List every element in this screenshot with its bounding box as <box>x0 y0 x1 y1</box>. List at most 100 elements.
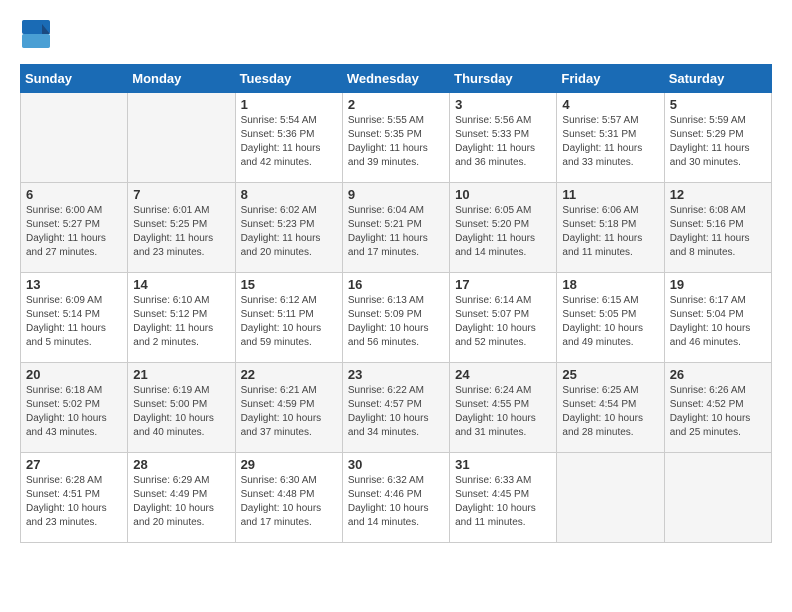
calendar-cell: 30 Sunrise: 6:32 AM Sunset: 4:46 PM Dayli… <box>342 453 449 543</box>
day-info: Sunrise: 6:21 AM Sunset: 4:59 PM Dayligh… <box>241 384 337 440</box>
calendar-table: SundayMondayTuesdayWednesdayThursdayFrid… <box>20 64 772 543</box>
calendar-cell: 19 Sunrise: 6:17 AM Sunset: 5:04 PM Dayli… <box>664 273 771 363</box>
day-info: Sunrise: 5:57 AM Sunset: 5:31 PM Dayligh… <box>562 114 658 170</box>
column-header-wednesday: Wednesday <box>342 65 449 93</box>
day-info: Sunrise: 6:02 AM Sunset: 5:23 PM Dayligh… <box>241 204 337 260</box>
day-number: 26 <box>670 367 766 382</box>
calendar-cell: 17 Sunrise: 6:14 AM Sunset: 5:07 PM Dayli… <box>450 273 557 363</box>
column-header-tuesday: Tuesday <box>235 65 342 93</box>
day-info: Sunrise: 6:30 AM Sunset: 4:48 PM Dayligh… <box>241 474 337 530</box>
calendar-week-row: 27 Sunrise: 6:28 AM Sunset: 4:51 PM Dayli… <box>21 453 772 543</box>
calendar-cell <box>128 93 235 183</box>
day-info: Sunrise: 6:00 AM Sunset: 5:27 PM Dayligh… <box>26 204 122 260</box>
calendar-cell: 28 Sunrise: 6:29 AM Sunset: 4:49 PM Dayli… <box>128 453 235 543</box>
day-number: 20 <box>26 367 122 382</box>
day-number: 4 <box>562 97 658 112</box>
calendar-cell: 3Sunrise: 5:56 AM Sunset: 5:33 PM Daylig… <box>450 93 557 183</box>
calendar-cell: 8 Sunrise: 6:02 AM Sunset: 5:23 PM Daylig… <box>235 183 342 273</box>
day-info: Sunrise: 5:54 AM Sunset: 5:36 PM Dayligh… <box>241 114 337 170</box>
calendar-cell: 10 Sunrise: 6:05 AM Sunset: 5:20 PM Dayli… <box>450 183 557 273</box>
calendar-cell: 4 Sunrise: 5:57 AM Sunset: 5:31 PM Daylig… <box>557 93 664 183</box>
day-number: 28 <box>133 457 229 472</box>
column-header-sunday: Sunday <box>21 65 128 93</box>
day-info: Sunrise: 6:13 AM Sunset: 5:09 PM Dayligh… <box>348 294 444 350</box>
logo-icon <box>22 20 50 48</box>
calendar-cell: 21 Sunrise: 6:19 AM Sunset: 5:00 PM Dayli… <box>128 363 235 453</box>
day-info: Sunrise: 6:19 AM Sunset: 5:00 PM Dayligh… <box>133 384 229 440</box>
day-number: 24 <box>455 367 551 382</box>
day-info: Sunrise: 6:08 AM Sunset: 5:16 PM Dayligh… <box>670 204 766 260</box>
day-number: 14 <box>133 277 229 292</box>
day-info: Sunrise: 6:24 AM Sunset: 4:55 PM Dayligh… <box>455 384 551 440</box>
day-info: Sunrise: 6:06 AM Sunset: 5:18 PM Dayligh… <box>562 204 658 260</box>
calendar-week-row: 20 Sunrise: 6:18 AM Sunset: 5:02 PM Dayli… <box>21 363 772 453</box>
calendar-cell: 18 Sunrise: 6:15 AM Sunset: 5:05 PM Dayli… <box>557 273 664 363</box>
calendar-cell: 31 Sunrise: 6:33 AM Sunset: 4:45 PM Dayli… <box>450 453 557 543</box>
day-info: Sunrise: 6:10 AM Sunset: 5:12 PM Dayligh… <box>133 294 229 350</box>
calendar-week-row: 1 Sunrise: 5:54 AM Sunset: 5:36 PM Daylig… <box>21 93 772 183</box>
calendar-cell: 26 Sunrise: 6:26 AM Sunset: 4:52 PM Dayli… <box>664 363 771 453</box>
calendar-cell: 11 Sunrise: 6:06 AM Sunset: 5:18 PM Dayli… <box>557 183 664 273</box>
calendar-week-row: 13 Sunrise: 6:09 AM Sunset: 5:14 PM Dayli… <box>21 273 772 363</box>
day-number: 6 <box>26 187 122 202</box>
calendar-cell: 15 Sunrise: 6:12 AM Sunset: 5:11 PM Dayli… <box>235 273 342 363</box>
calendar-cell: 2 Sunrise: 5:55 AM Sunset: 5:35 PM Daylig… <box>342 93 449 183</box>
calendar-cell: 25Sunrise: 6:25 AM Sunset: 4:54 PM Dayli… <box>557 363 664 453</box>
calendar-cell <box>557 453 664 543</box>
day-info: Sunrise: 6:25 AM Sunset: 4:54 PM Dayligh… <box>562 384 658 440</box>
day-info: Sunrise: 6:05 AM Sunset: 5:20 PM Dayligh… <box>455 204 551 260</box>
calendar-cell: 23 Sunrise: 6:22 AM Sunset: 4:57 PM Dayli… <box>342 363 449 453</box>
calendar-cell: 6 Sunrise: 6:00 AM Sunset: 5:27 PM Daylig… <box>21 183 128 273</box>
day-info: Sunrise: 6:01 AM Sunset: 5:25 PM Dayligh… <box>133 204 229 260</box>
day-number: 15 <box>241 277 337 292</box>
day-number: 9 <box>348 187 444 202</box>
day-info: Sunrise: 6:09 AM Sunset: 5:14 PM Dayligh… <box>26 294 122 350</box>
day-number: 18 <box>562 277 658 292</box>
calendar-cell: 13 Sunrise: 6:09 AM Sunset: 5:14 PM Dayli… <box>21 273 128 363</box>
column-header-saturday: Saturday <box>664 65 771 93</box>
day-number: 1 <box>241 97 337 112</box>
day-number: 10 <box>455 187 551 202</box>
day-info: Sunrise: 6:22 AM Sunset: 4:57 PM Dayligh… <box>348 384 444 440</box>
calendar-cell: 7 Sunrise: 6:01 AM Sunset: 5:25 PM Daylig… <box>128 183 235 273</box>
day-info: Sunrise: 6:14 AM Sunset: 5:07 PM Dayligh… <box>455 294 551 350</box>
day-number: 2 <box>348 97 444 112</box>
day-number: 8 <box>241 187 337 202</box>
day-info: Sunrise: 6:26 AM Sunset: 4:52 PM Dayligh… <box>670 384 766 440</box>
calendar-cell <box>21 93 128 183</box>
logo <box>20 20 54 48</box>
day-number: 7 <box>133 187 229 202</box>
day-info: Sunrise: 6:15 AM Sunset: 5:05 PM Dayligh… <box>562 294 658 350</box>
day-number: 13 <box>26 277 122 292</box>
day-number: 11 <box>562 187 658 202</box>
calendar-week-row: 6 Sunrise: 6:00 AM Sunset: 5:27 PM Daylig… <box>21 183 772 273</box>
calendar-cell <box>664 453 771 543</box>
calendar-cell: 29Sunrise: 6:30 AM Sunset: 4:48 PM Dayli… <box>235 453 342 543</box>
day-number: 17 <box>455 277 551 292</box>
day-info: Sunrise: 6:18 AM Sunset: 5:02 PM Dayligh… <box>26 384 122 440</box>
day-number: 19 <box>670 277 766 292</box>
calendar-cell: 9Sunrise: 6:04 AM Sunset: 5:21 PM Daylig… <box>342 183 449 273</box>
day-info: Sunrise: 5:59 AM Sunset: 5:29 PM Dayligh… <box>670 114 766 170</box>
calendar-cell: 1 Sunrise: 5:54 AM Sunset: 5:36 PM Daylig… <box>235 93 342 183</box>
day-info: Sunrise: 6:17 AM Sunset: 5:04 PM Dayligh… <box>670 294 766 350</box>
day-number: 23 <box>348 367 444 382</box>
day-info: Sunrise: 5:55 AM Sunset: 5:35 PM Dayligh… <box>348 114 444 170</box>
day-info: Sunrise: 6:33 AM Sunset: 4:45 PM Dayligh… <box>455 474 551 530</box>
day-info: Sunrise: 6:12 AM Sunset: 5:11 PM Dayligh… <box>241 294 337 350</box>
calendar-cell: 14 Sunrise: 6:10 AM Sunset: 5:12 PM Dayli… <box>128 273 235 363</box>
day-info: Sunrise: 6:29 AM Sunset: 4:49 PM Dayligh… <box>133 474 229 530</box>
day-info: Sunrise: 6:28 AM Sunset: 4:51 PM Dayligh… <box>26 474 122 530</box>
page-header <box>20 20 772 48</box>
calendar-cell: 16Sunrise: 6:13 AM Sunset: 5:09 PM Dayli… <box>342 273 449 363</box>
column-header-thursday: Thursday <box>450 65 557 93</box>
day-number: 21 <box>133 367 229 382</box>
day-number: 30 <box>348 457 444 472</box>
day-number: 12 <box>670 187 766 202</box>
calendar-cell: 5Sunrise: 5:59 AM Sunset: 5:29 PM Daylig… <box>664 93 771 183</box>
calendar-cell: 22Sunrise: 6:21 AM Sunset: 4:59 PM Dayli… <box>235 363 342 453</box>
day-number: 31 <box>455 457 551 472</box>
day-info: Sunrise: 6:32 AM Sunset: 4:46 PM Dayligh… <box>348 474 444 530</box>
day-number: 27 <box>26 457 122 472</box>
day-number: 3 <box>455 97 551 112</box>
